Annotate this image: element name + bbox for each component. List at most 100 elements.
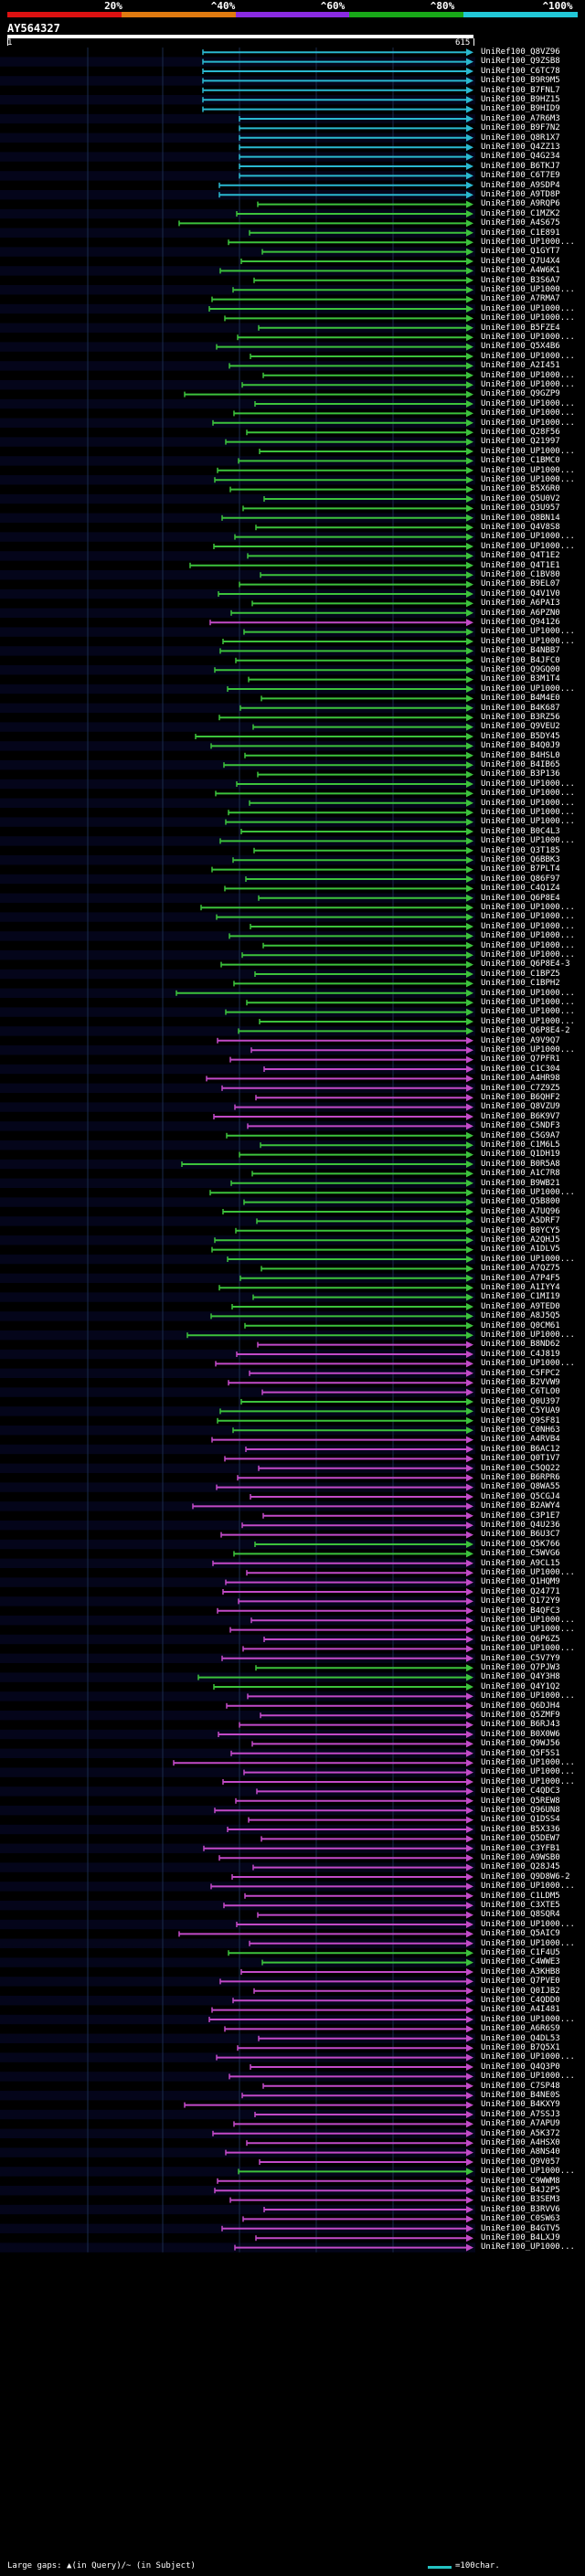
hit-label[interactable]: UniRef100_Q6P8E4-3 xyxy=(481,959,583,969)
hit-label[interactable]: UniRef100_C5G9A7 xyxy=(481,1131,583,1140)
hit-label[interactable]: UniRef100_Q28J45 xyxy=(481,1862,583,1871)
hit-label[interactable]: UniRef100_Q7PFR1 xyxy=(481,1055,583,1064)
hit-label[interactable]: UniRef100_B5X6R0 xyxy=(481,484,583,493)
hit-label[interactable]: UniRef100_B4IB65 xyxy=(481,760,583,769)
hit-label[interactable]: UniRef100_UP1000... xyxy=(481,1616,583,1625)
hit-label[interactable]: UniRef100_Q9V057 xyxy=(481,2157,583,2167)
hit-label[interactable]: UniRef100_A9CL15 xyxy=(481,1559,583,1568)
hit-label[interactable]: UniRef100_A9WSB0 xyxy=(481,1853,583,1862)
hit-label[interactable]: UniRef100_A6R6S9 xyxy=(481,2024,583,2033)
hit-label[interactable]: UniRef100_UP1000... xyxy=(481,1045,583,1055)
hit-label[interactable]: UniRef100_Q8WA55 xyxy=(481,1482,583,1491)
hit-label[interactable]: UniRef100_B6TKJ7 xyxy=(481,162,583,171)
hit-label[interactable]: UniRef100_B3M1T4 xyxy=(481,674,583,684)
hit-label[interactable]: UniRef100_C6TLO0 xyxy=(481,1387,583,1396)
hit-label[interactable]: UniRef100_B9HID9 xyxy=(481,104,583,113)
hit-label[interactable]: UniRef100_B5DY45 xyxy=(481,732,583,741)
hit-label[interactable]: UniRef100_B4NBB7 xyxy=(481,646,583,655)
hit-label[interactable]: UniRef100_Q9WJ56 xyxy=(481,1739,583,1748)
hit-label[interactable]: UniRef100_UP1000... xyxy=(481,903,583,912)
hit-label[interactable]: UniRef100_C4QDD0 xyxy=(481,1996,583,2005)
hit-label[interactable]: UniRef100_C5V7Y9 xyxy=(481,1654,583,1663)
hit-label[interactable]: UniRef100_C1F4U5 xyxy=(481,1948,583,1957)
hit-label[interactable]: UniRef100_A2QHJ5 xyxy=(481,1235,583,1245)
hit-label[interactable]: UniRef100_Q5U0V2 xyxy=(481,494,583,504)
hit-label[interactable]: UniRef100_B5X336 xyxy=(481,1825,583,1834)
hit-label[interactable]: UniRef100_Q9D8W6-2 xyxy=(481,1872,583,1882)
hit-label[interactable]: UniRef100_C3P1E7 xyxy=(481,1511,583,1521)
hit-label[interactable]: UniRef100_C4J819 xyxy=(481,1350,583,1359)
hit-label[interactable]: UniRef100_Q8SQR4 xyxy=(481,1910,583,1919)
hit-label[interactable]: UniRef100_UP1000... xyxy=(481,808,583,817)
hit-label[interactable]: UniRef100_A5DRF7 xyxy=(481,1216,583,1225)
hit-label[interactable]: UniRef100_UP1000... xyxy=(481,2167,583,2176)
hit-label[interactable]: UniRef100_C7Z9Z5 xyxy=(481,1084,583,1093)
hit-label[interactable]: UniRef100_Q9VEU2 xyxy=(481,722,583,731)
hit-label[interactable]: UniRef100_A8NS40 xyxy=(481,2147,583,2157)
hit-label[interactable]: UniRef100_A9V9Q7 xyxy=(481,1036,583,1045)
hit-label[interactable]: UniRef100_Q5DEW7 xyxy=(481,1834,583,1843)
hit-label[interactable]: UniRef100_UP1000... xyxy=(481,447,583,456)
hit-label[interactable]: UniRef100_Q86F97 xyxy=(481,875,583,884)
hit-label[interactable]: UniRef100_B0X0W6 xyxy=(481,1730,583,1739)
hit-label[interactable]: UniRef100_A9SDP4 xyxy=(481,181,583,190)
hit-label[interactable]: UniRef100_UP1000... xyxy=(481,1777,583,1786)
hit-label[interactable]: UniRef100_Q4T1E1 xyxy=(481,561,583,570)
hit-label[interactable]: UniRef100_B7FNL7 xyxy=(481,86,583,95)
hit-label[interactable]: UniRef100_B3SEM3 xyxy=(481,2195,583,2204)
hit-label[interactable]: UniRef100_Q6P6Z5 xyxy=(481,1635,583,1644)
hit-label[interactable]: UniRef100_Q4DL53 xyxy=(481,2034,583,2043)
hit-label[interactable]: UniRef100_Q5X4B6 xyxy=(481,342,583,351)
hit-label[interactable]: UniRef100_B4LXJ9 xyxy=(481,2233,583,2242)
hit-label[interactable]: UniRef100_Q5B800 xyxy=(481,1197,583,1206)
hit-label[interactable]: UniRef100_UP1000... xyxy=(481,1767,583,1776)
hit-label[interactable]: UniRef100_A4HR98 xyxy=(481,1074,583,1083)
hit-label[interactable]: UniRef100_Q5AIC9 xyxy=(481,1929,583,1938)
hit-label[interactable]: UniRef100_UP1000... xyxy=(481,989,583,998)
hit-label[interactable]: UniRef100_UP1000... xyxy=(481,408,583,418)
hit-label[interactable]: UniRef100_Q9GQ00 xyxy=(481,665,583,674)
hit-label[interactable]: UniRef100_UP1000... xyxy=(481,333,583,342)
hit-label[interactable]: UniRef100_Q4Y1Q2 xyxy=(481,1682,583,1691)
hit-label[interactable]: UniRef100_C4QDC3 xyxy=(481,1786,583,1796)
hit-label[interactable]: UniRef100_B4KXY9 xyxy=(481,2100,583,2109)
hit-label[interactable]: UniRef100_UP1000... xyxy=(481,380,583,389)
hit-label[interactable]: UniRef100_C1BV80 xyxy=(481,570,583,579)
hit-label[interactable]: UniRef100_UP1000... xyxy=(481,941,583,950)
hit-label[interactable]: UniRef100_Q9GZP9 xyxy=(481,389,583,398)
hit-label[interactable]: UniRef100_Q28F56 xyxy=(481,428,583,437)
hit-label[interactable]: UniRef100_A7RMA7 xyxy=(481,294,583,303)
hit-label[interactable]: UniRef100_B4QFC3 xyxy=(481,1606,583,1616)
hit-label[interactable]: UniRef100_A9RQP6 xyxy=(481,199,583,208)
hit-label[interactable]: UniRef100_UP1000... xyxy=(481,1882,583,1891)
hit-label[interactable]: UniRef100_A9TD8P xyxy=(481,190,583,199)
hit-label[interactable]: UniRef100_Q0IJB2 xyxy=(481,1987,583,1996)
hit-label[interactable]: UniRef100_Q7PVE0 xyxy=(481,1977,583,1986)
hit-label[interactable]: UniRef100_Q4ZZ13 xyxy=(481,143,583,152)
hit-label[interactable]: UniRef100_UP1000... xyxy=(481,950,583,959)
hit-label[interactable]: UniRef100_A6PAI3 xyxy=(481,599,583,608)
hit-label[interactable]: UniRef100_B9WB21 xyxy=(481,1179,583,1188)
hit-label[interactable]: UniRef100_Q9SF81 xyxy=(481,1416,583,1426)
hit-label[interactable]: UniRef100_C3XTE5 xyxy=(481,1901,583,1910)
hit-label[interactable]: UniRef100_UP1000... xyxy=(481,789,583,798)
hit-label[interactable]: UniRef100_B9R9M5 xyxy=(481,76,583,85)
hit-label[interactable]: UniRef100_A4I481 xyxy=(481,2005,583,2014)
hit-label[interactable]: UniRef100_Q6P8E4 xyxy=(481,894,583,903)
hit-label[interactable]: UniRef100_B9HZ15 xyxy=(481,95,583,104)
hit-label[interactable]: UniRef100_B6U3C7 xyxy=(481,1530,583,1539)
hit-label[interactable]: UniRef100_C1E891 xyxy=(481,228,583,238)
hit-label[interactable]: UniRef100_UP1000... xyxy=(481,779,583,789)
hit-label[interactable]: UniRef100_Q8VZU9 xyxy=(481,1102,583,1111)
hit-label[interactable]: UniRef100_C6TC78 xyxy=(481,67,583,76)
hit-label[interactable]: UniRef100_Q96UN8 xyxy=(481,1806,583,1815)
hit-label[interactable]: UniRef100_A7P4F5 xyxy=(481,1274,583,1283)
hit-label[interactable]: UniRef100_Q7U4X4 xyxy=(481,257,583,266)
hit-label[interactable]: UniRef100_A4RVB4 xyxy=(481,1435,583,1444)
hit-label[interactable]: UniRef100_UP1000... xyxy=(481,371,583,380)
hit-label[interactable]: UniRef100_A4HSX0 xyxy=(481,2138,583,2147)
hit-label[interactable]: UniRef100_Q1HQM9 xyxy=(481,1577,583,1586)
hit-label[interactable]: UniRef100_Q6DJH4 xyxy=(481,1701,583,1711)
hit-label[interactable]: UniRef100_Q94126 xyxy=(481,618,583,627)
hit-label[interactable]: UniRef100_B4GTV5 xyxy=(481,2224,583,2233)
